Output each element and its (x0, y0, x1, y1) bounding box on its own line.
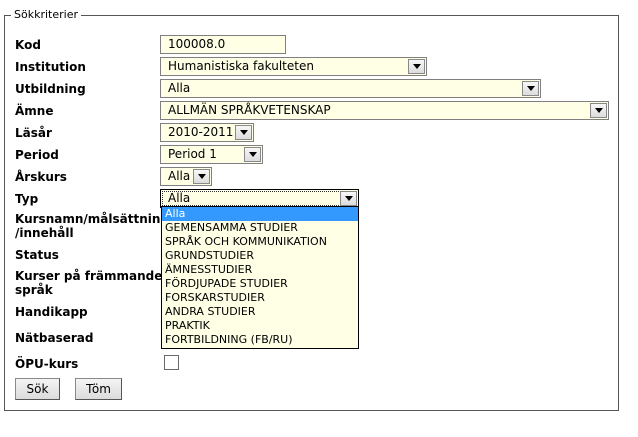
typ-option[interactable]: SPRÅK OCH KOMMUNIKATION (162, 235, 358, 249)
chevron-down-icon[interactable] (193, 169, 210, 184)
opu-kurs-checkbox[interactable] (164, 355, 179, 370)
label-lasar: Läsår (15, 126, 52, 140)
label-opu-kurs: ÖPU-kurs (15, 357, 79, 371)
label-arskurs: Årskurs (15, 170, 67, 184)
fieldset-legend: Sökkriterier (11, 8, 81, 22)
clear-button[interactable]: Töm (75, 378, 122, 400)
kod-input[interactable]: 100008.0 (160, 35, 286, 54)
lasar-select-value: 2010-2011 (168, 125, 234, 139)
label-utbildning: Utbildning (15, 82, 86, 96)
typ-option[interactable]: FÖRDJUPADE STUDIER (162, 277, 358, 291)
period-select-value: Period 1 (168, 147, 217, 161)
typ-option[interactable]: FORTBILDNING (FB/RU) (162, 333, 358, 347)
label-frammande-line1: Kurser på främmande (15, 269, 163, 283)
label-typ: Typ (15, 192, 39, 206)
chevron-down-icon[interactable] (235, 125, 252, 140)
search-button[interactable]: Sök (15, 378, 60, 400)
arskurs-select-value: Alla (168, 169, 191, 183)
chevron-down-icon[interactable] (590, 103, 607, 118)
period-select[interactable]: Period 1 (160, 145, 263, 164)
typ-option[interactable]: GEMENSAMMA STUDIER (162, 221, 358, 235)
typ-option[interactable]: PRAKTIK (162, 319, 358, 333)
label-frammande-line2: språk (15, 283, 53, 297)
typ-dropdown-list: Alla GEMENSAMMA STUDIER SPRÅK OCH KOMMUN… (161, 206, 359, 349)
typ-option[interactable]: FORSKARSTUDIER (162, 291, 358, 305)
chevron-down-icon[interactable] (340, 191, 357, 206)
label-kod: Kod (15, 38, 41, 52)
kod-input-value: 100008.0 (168, 37, 226, 51)
label-institution: Institution (15, 60, 86, 74)
typ-option[interactable]: GRUNDSTUDIER (162, 249, 358, 263)
chevron-down-icon[interactable] (244, 147, 261, 162)
label-kursnamn-line1: Kursnamn/målsättning (15, 212, 169, 226)
arskurs-select[interactable]: Alla (160, 167, 212, 186)
label-period: Period (15, 148, 59, 162)
institution-select-value: Humanistiska fakulteten (168, 59, 314, 73)
utbildning-select-value: Alla (168, 81, 191, 95)
label-natbaserad: Nätbaserad (15, 331, 94, 345)
lasar-select[interactable]: 2010-2011 (160, 123, 254, 142)
chevron-down-icon[interactable] (522, 81, 539, 96)
typ-select-value: Alla (168, 191, 191, 205)
chevron-down-icon[interactable] (408, 59, 425, 74)
label-handikapp: Handikapp (15, 305, 88, 319)
label-kursnamn-line2: /innehåll (15, 226, 74, 240)
amne-select-value: ALLMÄN SPRÅKVETENSKAP (168, 103, 331, 117)
amne-select[interactable]: ALLMÄN SPRÅKVETENSKAP (160, 101, 609, 120)
typ-option[interactable]: Alla (162, 207, 358, 221)
institution-select[interactable]: Humanistiska fakulteten (160, 57, 427, 76)
utbildning-select[interactable]: Alla (160, 79, 541, 98)
label-status: Status (15, 248, 59, 262)
typ-option[interactable]: ÄMNESSTUDIER (162, 263, 358, 277)
typ-option[interactable]: ANDRA STUDIER (162, 305, 358, 319)
label-amne: Ämne (15, 104, 54, 118)
